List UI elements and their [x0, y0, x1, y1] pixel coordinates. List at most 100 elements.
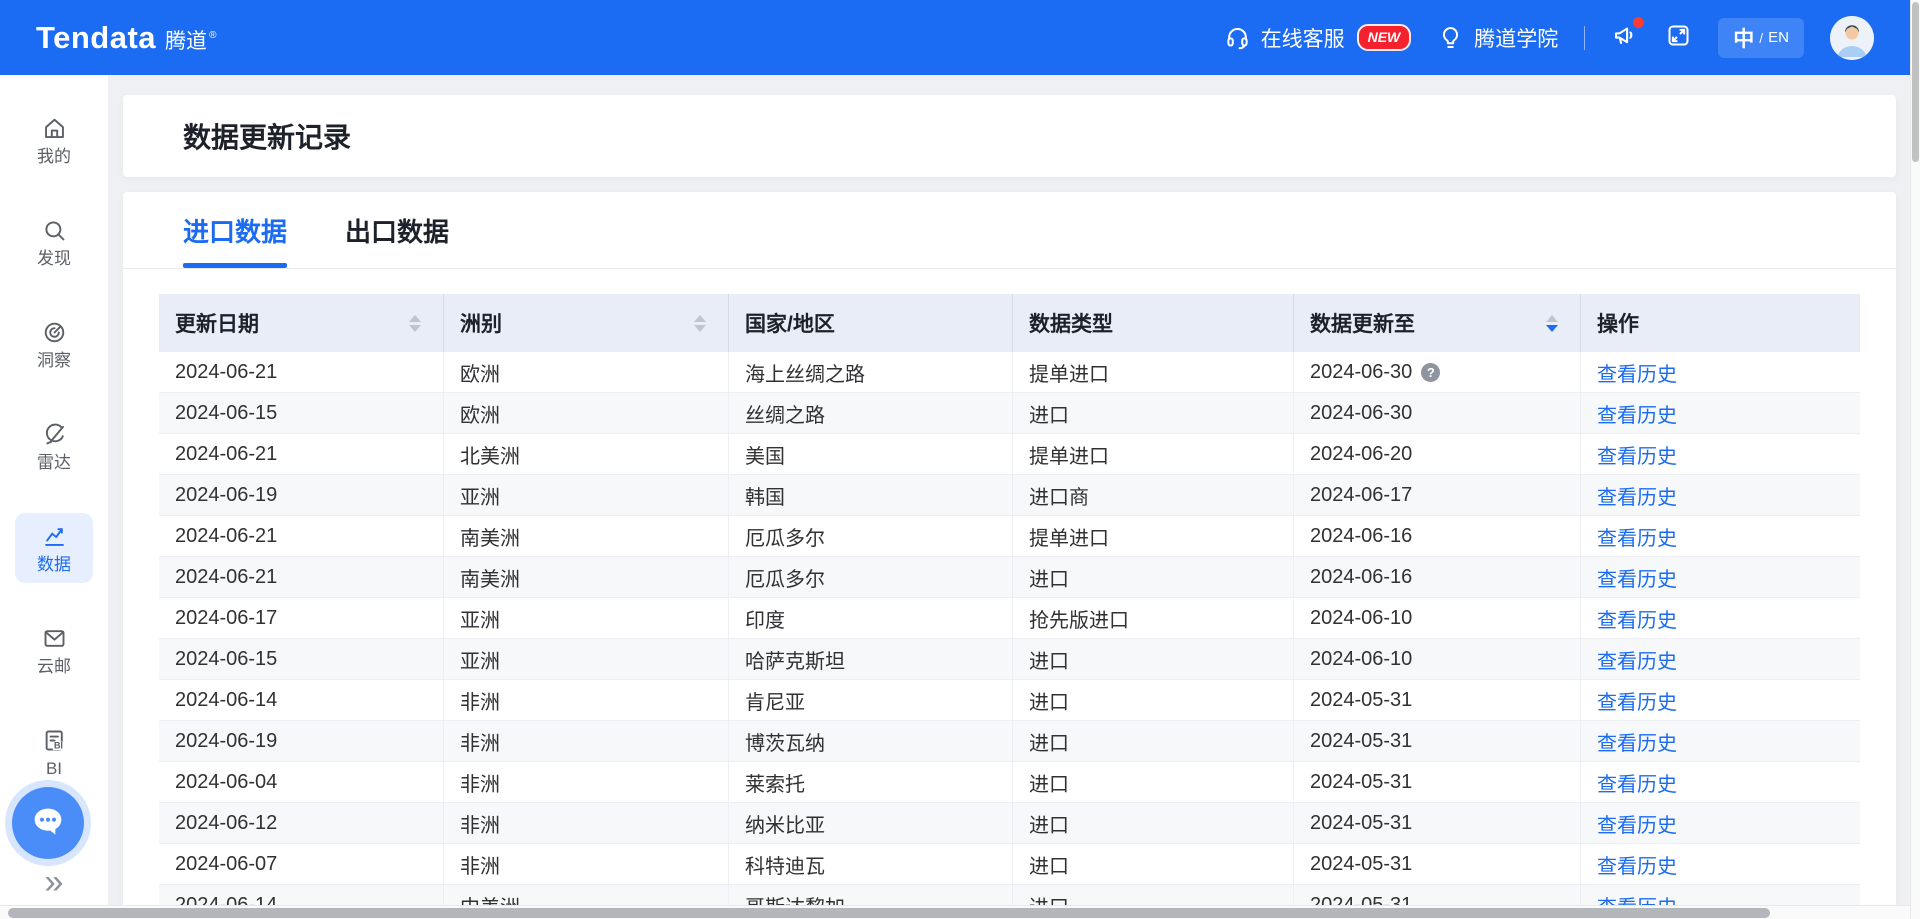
view-history-link[interactable]: 查看历史	[1597, 645, 1677, 674]
cell-country: 博茨瓦纳	[729, 721, 1013, 762]
cell-update-date: 2024-06-15	[159, 639, 444, 680]
headset-icon	[1224, 24, 1251, 51]
cell-action: 查看历史	[1581, 844, 1860, 885]
sort-desc-caret-icon	[694, 325, 706, 332]
vertical-scrollbar[interactable]	[1910, 0, 1920, 919]
cell-updated-to: 2024-06-30 ?	[1294, 352, 1581, 393]
view-history-link[interactable]: 查看历史	[1597, 563, 1677, 592]
tab[interactable]: 进口数据	[183, 192, 287, 268]
updated-to-value: 2024-06-30	[1310, 402, 1412, 425]
column-header-label: 数据类型	[1029, 308, 1113, 338]
cell-update-date: 2024-06-17	[159, 598, 444, 639]
cell-update-date: 2024-06-21	[159, 516, 444, 557]
cell-data-type: 提单进口	[1013, 516, 1294, 557]
view-history-link[interactable]: 查看历史	[1597, 358, 1677, 387]
view-history-link[interactable]: 查看历史	[1597, 522, 1677, 551]
sort-carets[interactable]	[399, 315, 421, 332]
view-history-link[interactable]: 查看历史	[1597, 850, 1677, 879]
cell-updated-to: 2024-06-17	[1294, 475, 1581, 516]
cell-data-type: 进口	[1013, 803, 1294, 844]
view-history-link[interactable]: 查看历史	[1597, 686, 1677, 715]
announcements-button[interactable]	[1611, 21, 1639, 54]
horizontal-scrollbar-thumb[interactable]	[8, 908, 1770, 918]
table-row: 2024-06-15 亚洲 哈萨克斯坦 进口 2024-06-10 查看历史	[159, 639, 1860, 680]
view-history-link[interactable]: 查看历史	[1597, 481, 1677, 510]
online-customer-service-button[interactable]: 在线客服 NEW	[1224, 23, 1412, 53]
vertical-scrollbar-thumb[interactable]	[1912, 2, 1919, 162]
cell-country: 肯尼亚	[729, 680, 1013, 721]
fullscreen-button[interactable]	[1665, 22, 1692, 54]
cell-data-type: 抢先版进口	[1013, 598, 1294, 639]
view-history-link[interactable]: 查看历史	[1597, 604, 1677, 633]
language-toggle[interactable]: 中 / EN	[1718, 18, 1804, 58]
tab[interactable]: 出口数据	[345, 192, 449, 268]
sidebar-item-my[interactable]: 我的	[15, 105, 93, 175]
help-question-icon[interactable]: ?	[1421, 363, 1440, 382]
cell-action: 查看历史	[1581, 434, 1860, 475]
table-row: 2024-06-07 非洲 科特迪瓦 进口 2024-05-31 查看历史	[159, 844, 1860, 885]
search-icon	[41, 217, 68, 244]
sidebar-item-discover[interactable]: 发现	[15, 207, 93, 277]
table-body: 2024-06-21 欧洲 海上丝绸之路 提单进口 2024-06-30 ? 查…	[159, 352, 1860, 919]
cell-action: 查看历史	[1581, 680, 1860, 721]
sidebar-item-data[interactable]: 数据	[15, 513, 93, 583]
sidebar: 我的 发现 洞察	[0, 75, 108, 919]
updated-to-value: 2024-05-31	[1310, 812, 1412, 835]
view-history-link[interactable]: 查看历史	[1597, 768, 1677, 797]
cell-updated-to: 2024-05-31	[1294, 721, 1581, 762]
table-column-header: 操作	[1581, 294, 1860, 352]
lang-separator: /	[1759, 30, 1763, 46]
table-column-header: 数据更新至	[1294, 294, 1581, 352]
cell-country: 厄瓜多尔	[729, 557, 1013, 598]
sidebar-item-bi[interactable]: BI BI	[15, 717, 93, 787]
cell-continent: 非洲	[444, 844, 729, 885]
mail-icon	[41, 625, 68, 652]
updated-to-value: 2024-06-16	[1310, 525, 1412, 548]
sort-carets[interactable]	[1536, 315, 1558, 332]
sidebar-item-cloudmail[interactable]: 云邮	[15, 615, 93, 685]
sidebar-item-radar[interactable]: 雷达	[15, 411, 93, 481]
updated-to-value: 2024-05-31	[1310, 689, 1412, 712]
cell-continent: 北美洲	[444, 434, 729, 475]
column-header-label: 国家/地区	[745, 308, 835, 338]
column-header-label: 操作	[1597, 308, 1639, 338]
cell-data-type: 进口	[1013, 639, 1294, 680]
cell-continent: 非洲	[444, 803, 729, 844]
horizontal-scrollbar[interactable]	[0, 905, 1910, 919]
sidebar-expand-chevrons[interactable]: »	[0, 865, 108, 899]
cell-update-date: 2024-06-07	[159, 844, 444, 885]
cell-updated-to: 2024-05-31	[1294, 803, 1581, 844]
cell-data-type: 进口	[1013, 393, 1294, 434]
cell-action: 查看历史	[1581, 393, 1860, 434]
cell-update-date: 2024-06-21	[159, 557, 444, 598]
sort-carets[interactable]	[684, 315, 706, 332]
cell-updated-to: 2024-05-31	[1294, 680, 1581, 721]
updated-to-value: 2024-05-31	[1310, 771, 1412, 794]
cell-continent: 亚洲	[444, 639, 729, 680]
user-avatar[interactable]	[1830, 16, 1874, 60]
view-history-link[interactable]: 查看历史	[1597, 440, 1677, 469]
expand-icon	[1665, 22, 1692, 54]
updated-to-value: 2024-06-20	[1310, 443, 1412, 466]
cell-updated-to: 2024-06-20	[1294, 434, 1581, 475]
cell-action: 查看历史	[1581, 352, 1860, 393]
cell-update-date: 2024-06-14	[159, 680, 444, 721]
cell-update-date: 2024-06-21	[159, 352, 444, 393]
view-history-link[interactable]: 查看历史	[1597, 809, 1677, 838]
sort-desc-caret-icon	[1546, 325, 1558, 332]
cell-data-type: 进口	[1013, 844, 1294, 885]
insight-gauge-icon	[41, 319, 68, 346]
sidebar-item-insight[interactable]: 洞察	[15, 309, 93, 379]
chat-support-fab[interactable]	[12, 787, 84, 859]
cell-data-type: 提单进口	[1013, 352, 1294, 393]
view-history-link[interactable]: 查看历史	[1597, 399, 1677, 428]
topbar-divider	[1584, 26, 1585, 50]
view-history-link[interactable]: 查看历史	[1597, 727, 1677, 756]
data-update-table: 更新日期 洲别	[123, 269, 1896, 919]
tendata-academy-button[interactable]: 腾道学院	[1437, 23, 1558, 53]
cell-continent: 欧洲	[444, 352, 729, 393]
svg-text:BI: BI	[53, 740, 62, 750]
updated-to-value: 2024-06-10	[1310, 648, 1412, 671]
cell-data-type: 进口商	[1013, 475, 1294, 516]
cell-country: 莱索托	[729, 762, 1013, 803]
